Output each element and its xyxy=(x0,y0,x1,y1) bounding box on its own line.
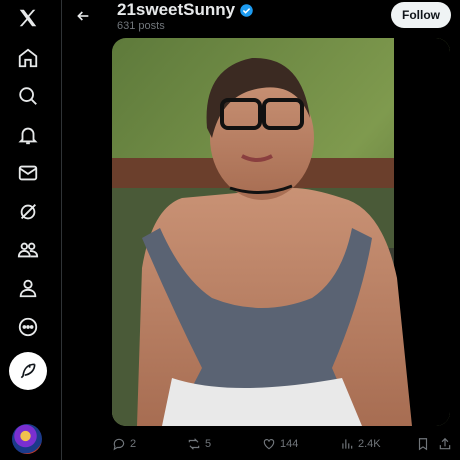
share-icon xyxy=(439,437,451,450)
bell-icon[interactable] xyxy=(10,117,46,153)
compose-post-button[interactable] xyxy=(9,352,47,390)
mail-icon[interactable] xyxy=(10,155,46,191)
bookmark-button[interactable] xyxy=(416,434,430,454)
repost-icon xyxy=(188,438,200,450)
home-icon[interactable] xyxy=(10,40,46,76)
profile-name: 21sweetSunny xyxy=(117,0,236,19)
more-icon[interactable] xyxy=(10,309,46,345)
grok-icon[interactable] xyxy=(10,194,46,230)
communities-icon[interactable] xyxy=(10,232,46,268)
repost-count: 5 xyxy=(205,438,212,450)
follow-button[interactable]: Follow xyxy=(391,2,451,28)
share-button[interactable] xyxy=(438,434,452,454)
feather-icon xyxy=(20,363,36,379)
verified-badge-icon xyxy=(240,3,253,17)
post-photo[interactable] xyxy=(112,38,450,426)
post-count: 631 posts xyxy=(117,20,165,32)
post-actions: 2 5 144 2.4K xyxy=(112,434,457,454)
main-column: 21sweetSunny 631 posts Follow 2 5 144 2.… xyxy=(61,0,460,460)
bookmark-icon xyxy=(418,438,428,451)
x-logo-icon[interactable] xyxy=(10,0,46,36)
reply-icon xyxy=(113,438,125,451)
like-count: 144 xyxy=(280,438,299,450)
like-button[interactable]: 144 xyxy=(262,434,298,454)
view-count: 2.4K xyxy=(358,438,381,450)
sidebar xyxy=(0,0,56,460)
back-arrow-icon[interactable] xyxy=(72,5,94,27)
views-button[interactable]: 2.4K xyxy=(340,434,381,454)
repost-button[interactable]: 5 xyxy=(187,434,211,454)
heart-icon xyxy=(263,439,275,450)
views-icon xyxy=(342,439,353,449)
profile-header: 21sweetSunny xyxy=(117,0,254,20)
profile-icon[interactable] xyxy=(10,270,46,306)
search-icon[interactable] xyxy=(10,78,46,114)
reply-button[interactable]: 2 xyxy=(112,434,136,454)
account-avatar[interactable] xyxy=(12,424,42,454)
reply-count: 2 xyxy=(130,438,137,450)
